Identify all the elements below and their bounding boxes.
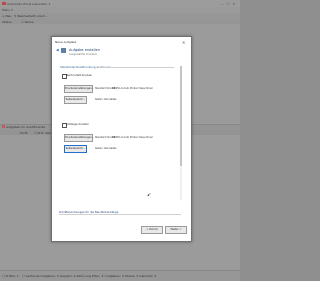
tasks-icon: [2, 125, 5, 128]
printer-settings-button[interactable]: Druckereinstellungen…: [64, 85, 93, 93]
attachment-printer-settings-button[interactable]: Druckereinstellungen…: [64, 134, 93, 142]
attachment-page-range-button[interactable]: Seitenbereich…: [64, 145, 87, 153]
attachment-pages-value: Alle Seiten: [104, 147, 117, 150]
status-running: ☐ Laufende Aufgaben: 0 Geplant: 0 Zeit…: [22, 274, 85, 278]
delete-button[interactable]: ✕ Lösch…: [33, 14, 48, 18]
dialog-subheading: Ausgewählte Druckern: [69, 53, 97, 56]
tasks-label: Aufgaben im Ausführende: [6, 125, 45, 129]
status-log: ☐ Log Filter: 1: [82, 274, 103, 278]
status-profiles: ☐ Profile: 1: [2, 274, 19, 278]
printer-value: HP PCL-6 Auto Printer Class Driver: [112, 87, 153, 90]
page-range-button[interactable]: Seitenbereich…: [64, 96, 87, 104]
pages-label: Seiten:: [95, 98, 103, 101]
section-title: Standardschnelldruckung ansteuern: [60, 65, 111, 69]
new-button[interactable]: + Neu: [2, 14, 11, 18]
close-icon[interactable]: ✕: [182, 40, 185, 45]
scrollbar-thumb[interactable]: [180, 66, 181, 166]
status-tasks: ☐ Aufgaben: 0 Status: 0 Gelöscht: 0: [102, 274, 156, 278]
app-title: Automatic Excel Generator 1: [7, 2, 50, 6]
mouse-pointer-icon: ➹: [147, 192, 151, 198]
pages-value: Alle Seiten: [104, 98, 117, 101]
menu-button[interactable]: Menu ▾: [2, 8, 13, 12]
task-icon: [61, 48, 66, 53]
window-controls[interactable]: —☐✕: [221, 2, 238, 6]
dialog-heading: Aufgabe erstellen: [69, 48, 100, 52]
back-arrow-icon[interactable]: ◀: [56, 48, 59, 52]
next-button[interactable]: Weiter >: [165, 226, 187, 234]
print-content-label[interactable]: Nach Inhalt drucken: [66, 74, 92, 77]
dialog-title: Neue Aufgabe: [55, 40, 76, 44]
attachment-pages-label: Seiten:: [95, 147, 103, 150]
back-button[interactable]: < Zurück: [141, 226, 163, 234]
print-attachments-label[interactable]: Anhänge drucken: [66, 123, 89, 126]
edit-button[interactable]: ✎ Bearbeiten: [14, 14, 34, 18]
attachment-printer-value: HP PCL-6 Auto Printer Class Driver: [112, 136, 153, 139]
app-logo-icon: [2, 2, 6, 6]
